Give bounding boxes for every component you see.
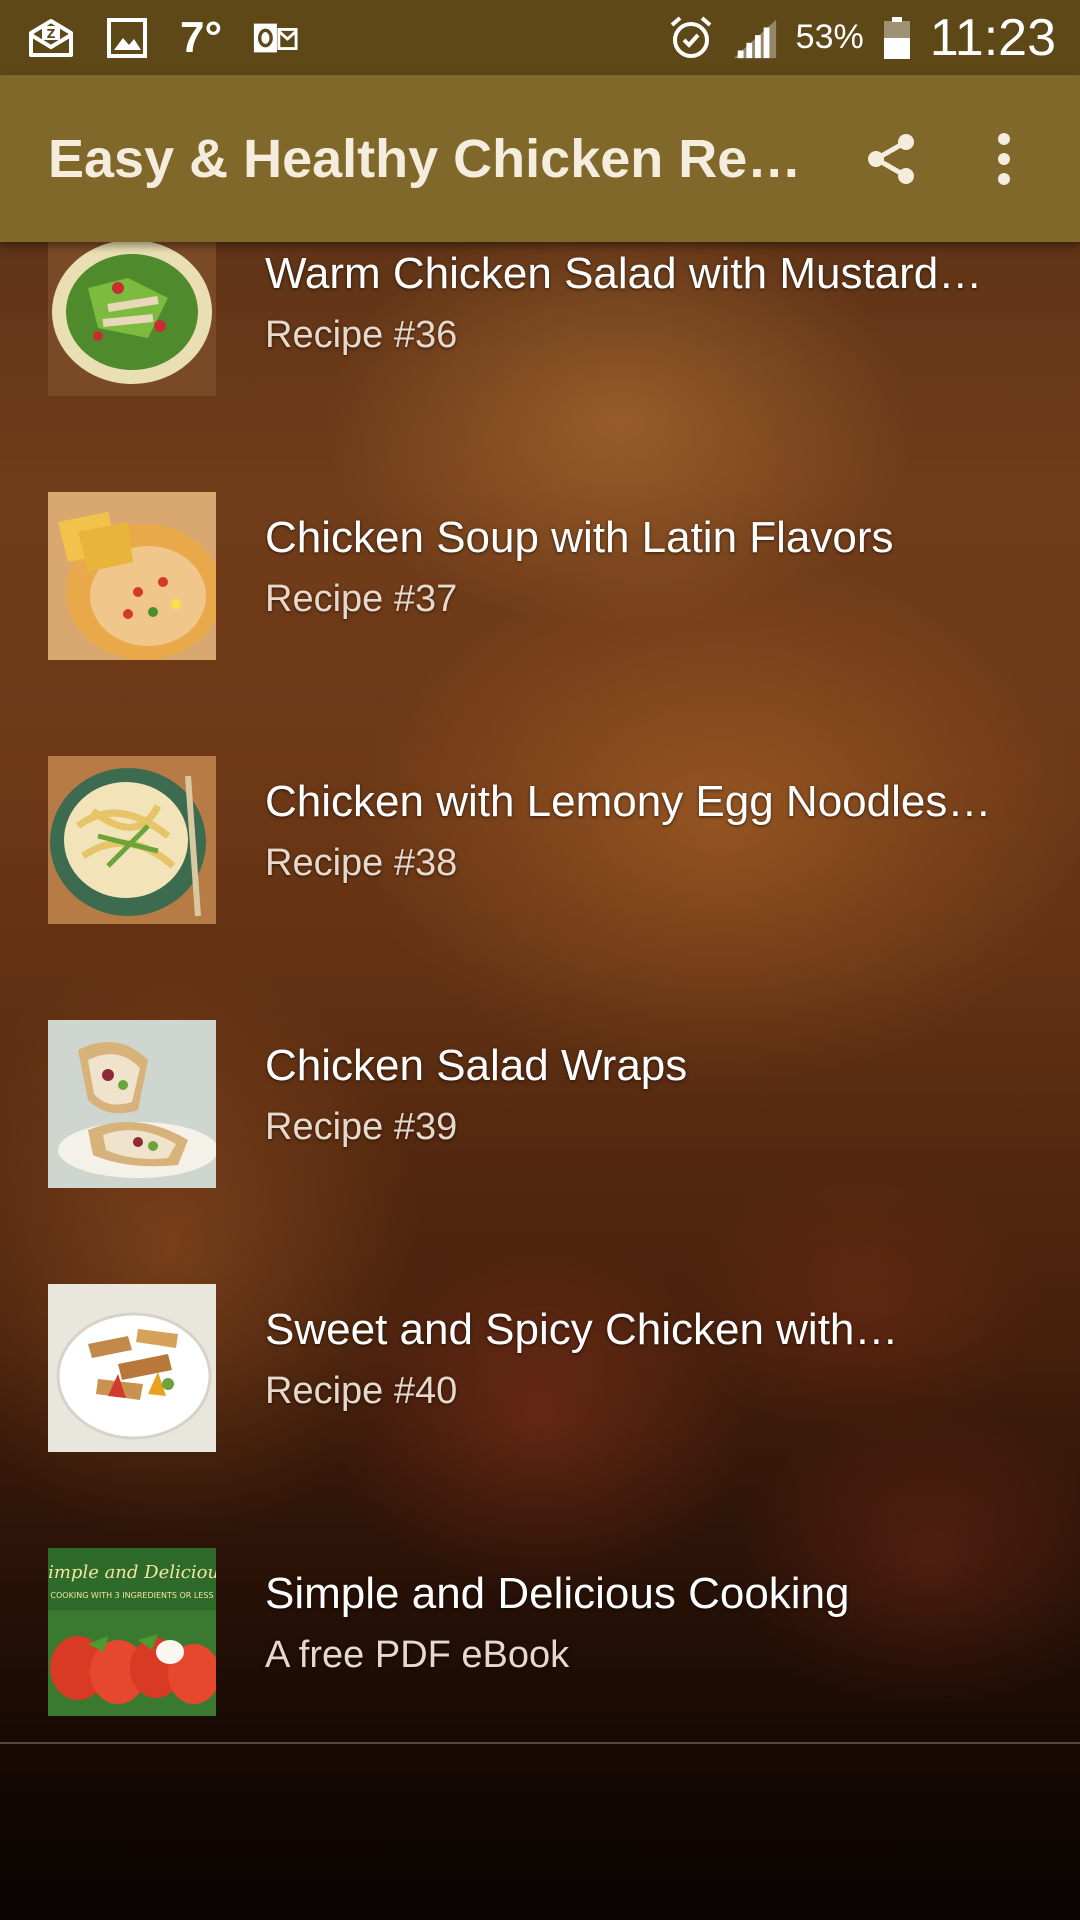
share-button[interactable] [856,123,928,195]
mail-icon: Z [28,15,74,61]
more-vert-icon [998,132,1010,185]
recipe-thumbnail [48,492,216,660]
ebook-cover-subtitle: COOKING WITH 3 INGREDIENTS OR LESS [50,1591,213,1600]
ebook-cover-title: Simple and Delicious [48,1562,216,1583]
recipe-subtitle: Recipe #39 [265,1106,458,1148]
recipe-title: Warm Chicken Salad with Mustard… [265,249,983,298]
list-item[interactable]: Sweet and Spicy Chicken with… Recipe #40 [0,1236,1080,1500]
recipe-thumbnail [48,1284,216,1452]
list-divider [0,1742,1080,1744]
recipe-list[interactable]: Warm Chicken Salad with Mustard… Recipe … [0,242,1080,1742]
recipe-subtitle: Recipe #40 [265,1370,458,1412]
clock: 11:23 [929,8,1056,67]
share-icon [868,133,914,184]
app-bar: Easy & Healthy Chicken Re… [0,75,1080,242]
recipe-title: Chicken with Lemony Egg Noodles… [265,777,992,826]
gallery-icon [104,15,150,61]
recipe-thumbnail [48,242,216,396]
battery-icon [882,15,912,61]
recipe-thumbnail [48,756,216,924]
ebook-subtitle: A free PDF eBook [265,1634,570,1676]
recipe-title: Sweet and Spicy Chicken with… [265,1305,899,1354]
outlook-icon [252,15,298,61]
ebook-title: Simple and Delicious Cooking [265,1569,850,1618]
recipe-subtitle: Recipe #37 [265,578,458,620]
recipe-title: Chicken Salad Wraps [265,1041,688,1090]
battery-percent: 53% [795,18,864,56]
temperature: 7° [180,12,223,62]
signal-icon [732,15,778,61]
ebook-cover-thumbnail: Simple and Delicious COOKING WITH 3 INGR… [48,1548,216,1716]
list-item[interactable]: Simple and Delicious COOKING WITH 3 INGR… [0,1500,1080,1742]
recipe-title: Chicken Soup with Latin Flavors [265,513,894,562]
recipe-subtitle: Recipe #36 [265,314,458,356]
list-item[interactable]: Chicken Salad Wraps Recipe #39 [0,972,1080,1236]
alarm-icon [668,15,714,61]
recipe-thumbnail [48,1020,216,1188]
recipe-subtitle: Recipe #38 [265,842,458,884]
status-bar: Z 7° 53% 11:23 [0,0,1080,75]
svg-text:Z: Z [47,27,56,41]
more-options-button[interactable] [968,123,1040,195]
list-item[interactable]: Chicken Soup with Latin Flavors Recipe #… [0,444,1080,708]
list-item[interactable]: Chicken with Lemony Egg Noodles… Recipe … [0,708,1080,972]
list-item[interactable]: Warm Chicken Salad with Mustard… Recipe … [0,242,1080,444]
app-title: Easy & Healthy Chicken Re… [48,128,802,189]
